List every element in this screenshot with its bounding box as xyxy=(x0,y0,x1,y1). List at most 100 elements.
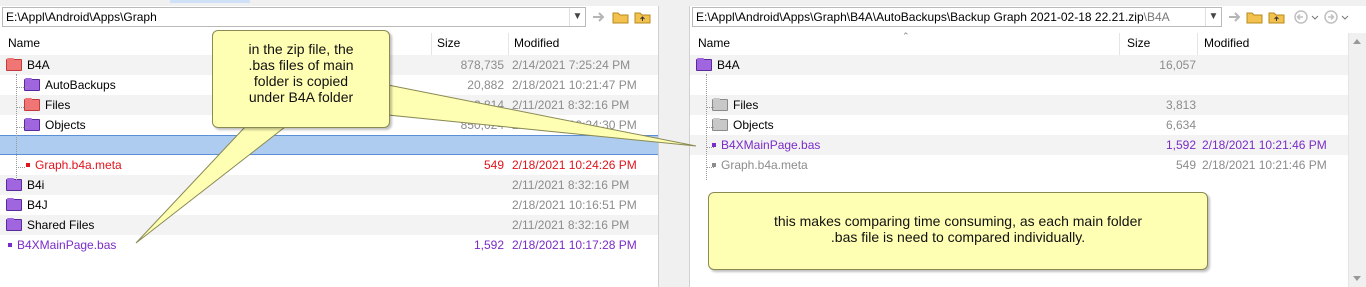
tree-line xyxy=(706,127,714,128)
right-path-text: E:\Appl\Android\Apps\Graph\B4A\AutoBacku… xyxy=(696,10,1144,24)
zip-callout-line: folder is copied xyxy=(253,73,349,89)
folder-icon xyxy=(6,198,22,211)
file-row[interactable]: Files 3,813 xyxy=(690,95,1349,115)
folder-icon xyxy=(696,58,712,71)
parent-folder-icon[interactable] xyxy=(634,8,652,26)
file-modified: 2/18/2021 10:24:26 PM xyxy=(512,158,637,172)
file-row[interactable]: Objects 6,634 xyxy=(690,115,1349,135)
left-path-field[interactable]: E:\Appl\Android\Apps\Graph ▼ xyxy=(2,7,586,27)
chevron-down-icon[interactable] xyxy=(1310,8,1320,26)
chevron-down-icon[interactable] xyxy=(1340,8,1350,26)
file-name: Shared Files xyxy=(6,215,94,235)
parent-folder-icon[interactable] xyxy=(1268,8,1286,26)
file-modified: 2/18/2021 10:21:47 PM xyxy=(512,78,637,92)
column-size[interactable]: Size xyxy=(1127,36,1150,50)
folder-icon xyxy=(6,58,22,71)
file-modified: 2/18/2021 10:24:30 PM xyxy=(512,118,637,132)
back-icon[interactable] xyxy=(1292,8,1310,26)
chevron-down-icon[interactable]: ▼ xyxy=(569,8,585,26)
sync-arrow-icon[interactable] xyxy=(1226,8,1244,26)
file-name: Objects xyxy=(24,115,86,135)
file-modified: 2/14/2021 7:25:24 PM xyxy=(512,58,631,72)
folder-icon xyxy=(6,178,22,191)
forward-icon[interactable] xyxy=(1322,8,1340,26)
column-modified[interactable]: Modified xyxy=(514,36,559,50)
file-modified: 2/11/2021 8:32:16 PM xyxy=(512,178,630,192)
file-name: B4A xyxy=(696,55,740,75)
left-path-bar: E:\Appl\Android\Apps\Graph ▼ xyxy=(0,7,658,31)
open-folder-icon[interactable] xyxy=(612,8,630,26)
file-size: 16,057 xyxy=(1159,58,1196,72)
file-name: Graph.b4a.meta xyxy=(712,155,808,175)
tree-line xyxy=(16,87,28,88)
file-name-text: Files xyxy=(45,98,71,112)
right-path-bar: E:\Appl\Android\Apps\Graph\B4A\AutoBacku… xyxy=(690,7,1366,31)
file-name-text: Files xyxy=(733,98,759,112)
file-modified: 2/18/2021 10:21:46 PM xyxy=(1202,158,1327,172)
right-scrollbar[interactable] xyxy=(1348,33,1366,287)
file-row[interactable]: Shared Files 2/11/2021 8:32:16 PM xyxy=(0,215,658,235)
file-name: Files xyxy=(24,95,70,115)
tree-line xyxy=(16,167,25,168)
file-name-text: Objects xyxy=(733,118,774,132)
column-name[interactable]: Name xyxy=(8,36,40,50)
file-name-text: B4i xyxy=(27,178,45,192)
chevron-down-icon[interactable]: ▼ xyxy=(1205,8,1221,26)
file-size: 3,813 xyxy=(1165,98,1196,112)
file-name: B4i xyxy=(6,175,44,195)
column-name[interactable]: Name xyxy=(698,36,730,50)
tree-line xyxy=(706,147,714,148)
file-name-text: Objects xyxy=(45,118,86,132)
file-name-text: B4A xyxy=(717,58,740,72)
file-row[interactable]: B4XMainPage.bas 1,592 2/18/2021 10:17:28 P… xyxy=(0,235,658,255)
scroll-up-icon[interactable] xyxy=(1353,39,1361,44)
file-row[interactable]: Graph.b4a.meta 549 2/18/2021 10:24:26 PM xyxy=(0,155,658,175)
folder-icon xyxy=(24,98,40,111)
file-name: Files xyxy=(712,95,758,115)
file-name: AutoBackups xyxy=(24,75,116,95)
file-row[interactable]: Graph.b4a.meta 549 2/18/2021 10:21:46 PM xyxy=(690,155,1349,175)
file-name-text: Graph.b4a.meta xyxy=(721,158,808,172)
file-icon xyxy=(8,243,12,247)
file-size: 20,882 xyxy=(467,78,504,92)
file-modified: 2/18/2021 10:17:28 PM xyxy=(512,238,637,252)
compare-callout: this makes comparing time consuming, as … xyxy=(708,192,1208,270)
file-size: 549 xyxy=(1175,158,1196,172)
file-row[interactable]: B4XMainPage.bas 1,592 2/18/2021 10:21:46 P… xyxy=(690,135,1349,155)
file-size: 850,024 xyxy=(460,118,504,132)
file-icon xyxy=(26,163,30,167)
open-folder-icon[interactable] xyxy=(1246,8,1264,26)
right-path-suffix: \B4A xyxy=(1143,10,1170,24)
file-name-text: Graph.b4a.meta xyxy=(35,158,122,172)
file-name: B4J xyxy=(6,195,48,215)
pane-divider[interactable] xyxy=(658,6,690,287)
zip-callout-line: under B4A folder xyxy=(248,89,354,105)
scroll-down-icon[interactable] xyxy=(1353,276,1361,281)
column-modified[interactable]: Modified xyxy=(1204,36,1249,50)
tree-line xyxy=(16,107,28,108)
folder-icon xyxy=(6,218,22,231)
column-size[interactable]: Size xyxy=(437,36,460,50)
file-row[interactable]: B4J 2/18/2021 10:16:51 PM xyxy=(0,195,658,215)
folder-icon xyxy=(712,118,728,131)
file-modified: 2/11/2021 8:32:16 PM xyxy=(512,98,630,112)
file-size: 549 xyxy=(483,158,504,172)
right-file-list: B4A 16,057 Files 3,813 Objects 6,634 B4XMainPa… xyxy=(690,55,1349,175)
zip-callout: in the zip file, the .bas files of main … xyxy=(212,30,390,128)
compare-callout-line: .bas file is need to compared individual… xyxy=(830,229,1086,245)
sync-arrow-icon[interactable] xyxy=(590,8,608,26)
file-row[interactable] xyxy=(690,75,1349,95)
file-size: 1,592 xyxy=(473,238,504,252)
tree-line xyxy=(706,167,714,168)
left-path-text: E:\Appl\Android\Apps\Graph xyxy=(6,10,157,24)
file-row[interactable]: B4A 16,057 xyxy=(690,55,1349,75)
file-name-text: B4A xyxy=(27,58,50,72)
folder-icon xyxy=(712,98,728,111)
file-name: Objects xyxy=(712,115,774,135)
file-modified: 2/18/2021 10:16:51 PM xyxy=(512,198,637,212)
file-row[interactable] xyxy=(0,135,658,155)
file-modified: 2/11/2021 8:32:16 PM xyxy=(512,218,630,232)
file-row[interactable]: B4i 2/11/2021 8:32:16 PM xyxy=(0,175,658,195)
right-path-field[interactable]: E:\Appl\Android\Apps\Graph\B4A\AutoBacku… xyxy=(692,7,1222,27)
toolbar-selection xyxy=(170,0,250,3)
